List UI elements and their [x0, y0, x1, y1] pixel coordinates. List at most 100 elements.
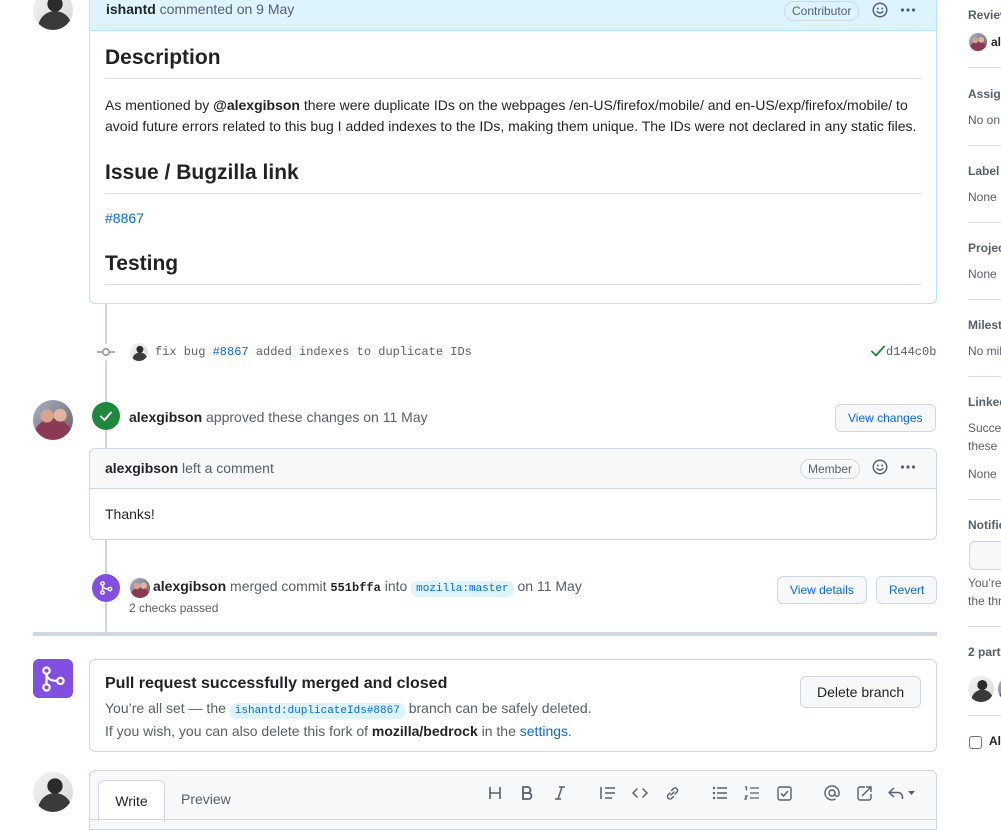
commit-issue-link[interactable]: #8867: [213, 345, 249, 359]
reviewer-avatar[interactable]: [969, 33, 987, 51]
delete-branch-button[interactable]: Delete branch: [800, 676, 922, 708]
review-comment-box: alexgibson left a comment Member Thanks!: [89, 448, 937, 540]
settings-link[interactable]: settings: [520, 723, 568, 739]
commit-sha-link[interactable]: d144c0b: [886, 345, 936, 359]
merge-author-avatar[interactable]: [130, 578, 150, 598]
sidebar-divider: [968, 222, 1001, 223]
saved-replies-icon[interactable]: [888, 786, 916, 800]
review-comment-header: alexgibson left a comment Member: [90, 449, 936, 489]
merged-status-box: Pull request successfully merged and clo…: [89, 659, 937, 752]
heading-icon[interactable]: [488, 786, 502, 800]
tab-write[interactable]: Write: [98, 780, 165, 822]
commit-author-avatar[interactable]: [130, 343, 148, 361]
view-changes-button[interactable]: View changes: [835, 404, 936, 432]
comment-author[interactable]: ishantd: [106, 1, 156, 17]
commit-message-text: added indexes to duplicate IDs: [248, 345, 472, 359]
sidebar-assignees-title[interactable]: Assig: [968, 87, 1001, 101]
sidebar-milestone-title[interactable]: Milest: [968, 318, 1001, 332]
smiley-icon[interactable]: [872, 2, 888, 18]
approved-badge: [92, 402, 120, 430]
sidebar-assignees-value: No on: [968, 113, 1001, 127]
subscribe-button[interactable]: [969, 541, 1001, 570]
merge-icon: [100, 581, 113, 595]
merged-status-text: branch can be safely deleted.: [408, 700, 592, 716]
sidebar-notifications-text: the thr: [968, 594, 1001, 608]
comment-header: ishantd commented on 9 May Contributor: [90, 0, 936, 31]
bold-icon[interactable]: [521, 786, 533, 800]
merge-commit-sha[interactable]: 551bffa: [330, 581, 380, 595]
comment-action[interactable]: commented on 9 May: [160, 1, 295, 17]
sidebar-linked-text: Succe: [968, 421, 1001, 435]
sidebar-linked-value: None: [968, 467, 997, 481]
view-details-button[interactable]: View details: [777, 576, 867, 604]
merge-summary: alexgibson merged commit 551bffa into mo…: [153, 578, 582, 597]
sidebar-linked-text: these: [968, 439, 998, 453]
merge-author[interactable]: alexgibson: [153, 578, 226, 594]
sidebar-projects-title[interactable]: Projec: [968, 241, 1001, 255]
italic-icon[interactable]: [554, 786, 566, 800]
revert-button[interactable]: Revert: [876, 576, 938, 604]
avatar[interactable]: [33, 772, 73, 812]
reviewer-name[interactable]: al: [991, 35, 1001, 49]
merge-target-branch[interactable]: mozilla:master: [411, 581, 514, 597]
merged-status-title: Pull request successfully merged and clo…: [105, 675, 448, 692]
avatar[interactable]: [33, 0, 73, 30]
user-mention[interactable]: @alexgibson: [213, 97, 300, 113]
review-comment-author[interactable]: alexgibson: [105, 460, 178, 476]
numbered-list-icon[interactable]: [744, 786, 760, 800]
sidebar-labels-title[interactable]: Label: [968, 164, 999, 178]
mention-icon[interactable]: [824, 785, 840, 801]
sidebar-projects-value: None: [968, 267, 997, 281]
sidebar-divider: [968, 145, 1001, 146]
heading-issue: Issue / Bugzilla link: [105, 161, 299, 184]
merge-date[interactable]: on 11 May: [517, 578, 581, 594]
sidebar-divider: [968, 67, 1001, 68]
sidebar-labels-value: None: [968, 190, 997, 204]
review-summary: alexgibson approved these changes on 11 …: [129, 409, 428, 425]
allow-edits-checkbox[interactable]: [969, 736, 982, 749]
commit-message[interactable]: fix bug #8867 added indexes to duplicate…: [155, 345, 472, 359]
task-list-icon[interactable]: [777, 786, 792, 801]
tab-preview[interactable]: Preview: [181, 791, 231, 807]
allow-edits-label: Al: [989, 734, 1001, 748]
sidebar-linked-title[interactable]: Linked: [968, 395, 1001, 409]
head-branch-ref[interactable]: ishantd:duplicateIds#8867: [229, 703, 405, 719]
bulleted-list-icon[interactable]: [712, 786, 728, 800]
issue-link[interactable]: #8867: [105, 210, 144, 226]
body-text: As mentioned by: [105, 97, 214, 113]
participant-avatar[interactable]: [968, 676, 994, 702]
role-badge: Contributor: [784, 1, 860, 21]
comment-body: Description As mentioned by @alexgibson …: [105, 46, 921, 285]
checks-status[interactable]: 2 checks passed: [129, 601, 218, 615]
sidebar-notifications-title: Notific: [968, 518, 1001, 532]
smiley-icon[interactable]: [872, 459, 888, 475]
merged-status-text: in the: [481, 723, 516, 739]
comment-box: ishantd commented on 9 May Contributor D…: [89, 0, 937, 304]
sidebar-divider: [968, 626, 1001, 627]
kebab-menu-icon[interactable]: [900, 459, 916, 475]
heading-testing: Testing: [105, 252, 179, 275]
review-comment-body: Thanks!: [105, 506, 155, 522]
merged-status-line2: If you wish, you can also delete this fo…: [105, 723, 572, 739]
heading-rule: [105, 78, 921, 79]
sidebar-notifications-text: You’re: [968, 576, 1001, 590]
check-icon[interactable]: [871, 345, 885, 357]
cross-reference-icon[interactable]: [857, 786, 873, 801]
avatar[interactable]: [33, 400, 73, 440]
code-icon[interactable]: [632, 786, 648, 800]
quote-icon[interactable]: [600, 786, 616, 800]
review-author[interactable]: alexgibson: [129, 409, 202, 425]
heading-rule: [105, 284, 921, 285]
review-date[interactable]: on 11 May: [363, 409, 427, 425]
sidebar-divider: [968, 376, 1001, 377]
link-icon[interactable]: [665, 786, 680, 801]
merge-into: into: [384, 578, 408, 594]
timeline-divider: [33, 632, 937, 636]
merged-status-text: If you wish, you can also delete this fo…: [105, 723, 369, 739]
kebab-menu-icon[interactable]: [900, 2, 916, 18]
role-badge: Member: [800, 459, 861, 479]
description-paragraph: As mentioned by @alexgibson there were d…: [105, 95, 921, 137]
sidebar-milestone-value: No mil: [968, 344, 1001, 358]
merged-badge: [92, 574, 120, 602]
sidebar-reviewers-title[interactable]: Review: [968, 8, 1001, 22]
